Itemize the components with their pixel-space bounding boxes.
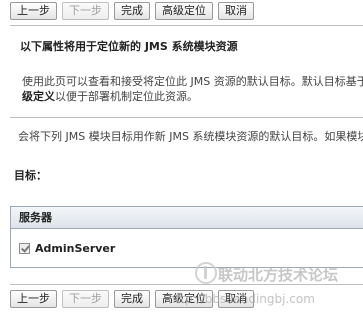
watermark-url: http://bbs.landingbj.com bbox=[168, 292, 315, 306]
description-text: 以便于部署机制定位此资源。 bbox=[55, 90, 198, 103]
default-targets-info: 会将下列 JMS 模块目标用作新 JMS 系统模块资源的默认目标。如果模块 bbox=[18, 130, 363, 143]
finish-button[interactable]: 完成 bbox=[114, 290, 150, 308]
description-line: 使用此页可以查看和接受将定位此 JMS 资源的默认目标。默认目标基于 bbox=[22, 75, 363, 88]
previous-button[interactable]: 上一步 bbox=[10, 2, 57, 20]
cancel-button[interactable]: 取消 bbox=[218, 2, 254, 20]
previous-button[interactable]: 上一步 bbox=[10, 290, 57, 308]
adminserver-checkbox[interactable] bbox=[19, 243, 30, 254]
description-bold-text: 级定义 bbox=[22, 90, 55, 103]
column-header-server: 服务器 bbox=[11, 207, 363, 229]
finish-button[interactable]: 完成 bbox=[114, 2, 150, 20]
section-heading: 以下属性将用于定位新的 JMS 系统模块资源 bbox=[20, 40, 238, 53]
wizard-toolbar-top: 上一步 下一步 完成 高级定位 取消 bbox=[10, 2, 254, 22]
watermark-logo-icon bbox=[195, 262, 217, 284]
section-description: 使用此页可以查看和接受将定位此 JMS 资源的默认目标。默认目标基于 级定义以便… bbox=[22, 74, 363, 104]
divider bbox=[10, 284, 363, 285]
description-line: 级定义以便于部署机制定位此资源。 bbox=[22, 89, 363, 104]
server-name: AdminServer bbox=[35, 242, 116, 255]
divider bbox=[10, 25, 363, 26]
divider bbox=[10, 117, 363, 118]
servers-table: 服务器 AdminServer bbox=[10, 206, 363, 268]
next-button[interactable]: 下一步 bbox=[62, 2, 109, 20]
table-row: AdminServer bbox=[11, 229, 363, 269]
targets-label: 目标： bbox=[14, 169, 47, 182]
advanced-targeting-button[interactable]: 高级定位 bbox=[155, 2, 213, 20]
watermark-title: 联动北方技术论坛 bbox=[218, 266, 339, 284]
next-button[interactable]: 下一步 bbox=[62, 290, 109, 308]
